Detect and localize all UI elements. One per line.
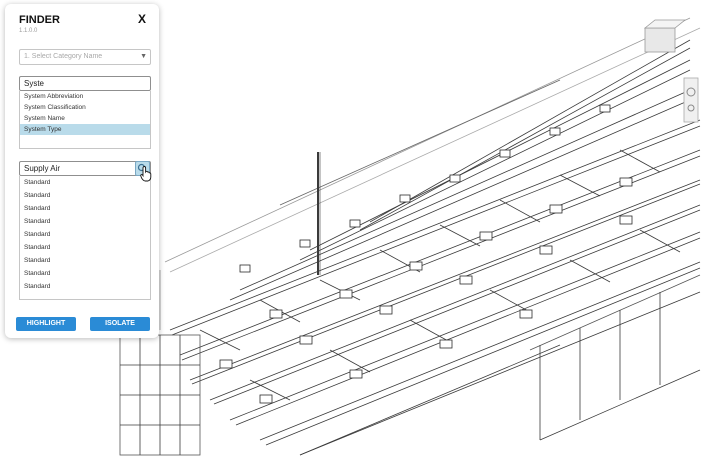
list-item-selected[interactable]: System Type xyxy=(20,124,150,135)
list-item[interactable]: Standard xyxy=(20,267,150,280)
ductwork-model xyxy=(119,17,701,456)
list-item[interactable]: System Abbreviation xyxy=(20,91,150,102)
navigation-bar-icon[interactable] xyxy=(683,77,699,123)
finder-panel: FINDER 1.1.0.0 X 1. Select Category Name… xyxy=(5,4,159,338)
value-search-input[interactable]: Supply Air xyxy=(19,161,151,176)
list-item[interactable]: Standard xyxy=(20,280,150,293)
isolate-button[interactable]: ISOLATE xyxy=(90,317,150,331)
list-item[interactable]: Standard xyxy=(20,176,150,189)
list-item[interactable]: Standard xyxy=(20,215,150,228)
finder-title: FINDER xyxy=(19,14,60,26)
list-item[interactable]: Standard xyxy=(20,254,150,267)
list-item[interactable]: Standard xyxy=(20,189,150,202)
list-item[interactable]: Standard xyxy=(20,202,150,215)
highlight-button[interactable]: HIGHLIGHT xyxy=(16,317,76,331)
list-item[interactable]: Standard xyxy=(20,241,150,254)
air-terminals xyxy=(219,104,633,404)
hand-pointer-icon xyxy=(140,166,152,187)
parameter-search-input[interactable]: Syste xyxy=(19,76,151,91)
category-select[interactable]: 1. Select Category Name ▼ xyxy=(19,49,151,65)
list-item[interactable]: Standard xyxy=(20,228,150,241)
category-select-placeholder: 1. Select Category Name xyxy=(24,53,103,60)
finder-version: 1.1.0.0 xyxy=(19,28,38,34)
list-item[interactable]: System Classification xyxy=(20,102,150,113)
list-item[interactable]: System Name xyxy=(20,113,150,124)
parameter-list: System Abbreviation System Classificatio… xyxy=(19,91,151,149)
close-button[interactable]: X xyxy=(138,12,146,26)
value-results-list: Standard Standard Standard Standard Stan… xyxy=(19,176,151,300)
chevron-down-icon[interactable]: ▼ xyxy=(140,50,147,64)
viewcube-icon[interactable] xyxy=(643,19,687,53)
